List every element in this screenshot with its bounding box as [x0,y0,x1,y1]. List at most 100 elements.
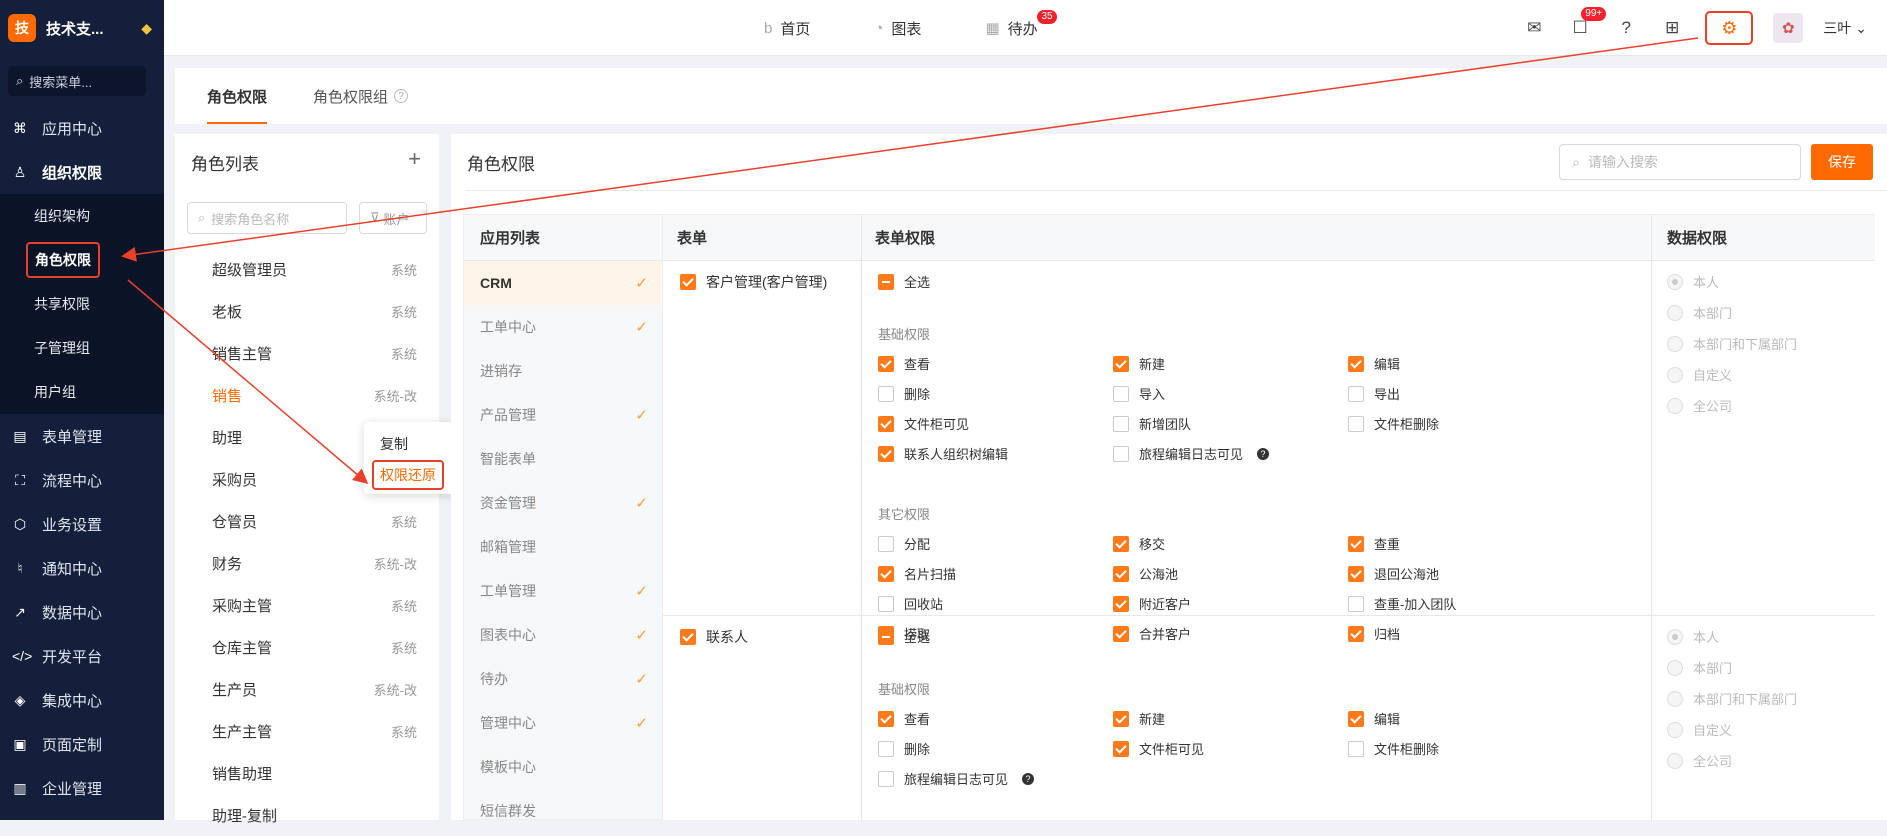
menu-search-input[interactable]: ⌕ 搜索菜单... [8,66,146,96]
permission-checkbox[interactable]: 合并客户 [1113,624,1191,643]
checkbox[interactable] [1113,740,1129,757]
permission-checkbox[interactable]: 新建 [1113,709,1165,728]
checkbox[interactable] [878,565,894,582]
role-item[interactable]: 销售主管 系统 [175,332,439,374]
checkbox[interactable] [680,629,696,645]
checkbox[interactable] [1348,535,1364,552]
checkbox[interactable] [878,273,894,290]
permission-checkbox[interactable]: 新增团队 [1113,414,1191,433]
form-name[interactable]: 客户管理(客户管理) [680,272,827,292]
checkbox[interactable] [878,535,894,552]
role-item[interactable]: 采购主管 系统 [175,584,439,626]
perm-search-input[interactable]: ⌕ 请输入搜索 [1559,144,1801,180]
sidebar-item-integration[interactable]: ◈ 集成中心 [0,678,164,722]
radio[interactable] [1667,628,1683,645]
question-icon[interactable]: ? [1257,447,1270,460]
checkbox[interactable] [878,740,894,757]
role-item[interactable]: 助理-复制 [175,794,439,836]
sub-item-role-perm[interactable]: 角色权限 [0,238,164,282]
app-item[interactable]: 产品管理 ✓ [464,393,662,437]
checkbox[interactable] [1348,385,1364,402]
role-search-input[interactable]: ⌕ 搜索角色名称 [187,202,347,234]
permission-checkbox[interactable]: 分配 [878,534,930,553]
mail-icon[interactable]: ✉ [1521,15,1547,41]
app-item[interactable]: 管理中心 ✓ [464,701,662,745]
role-item[interactable]: 超级管理员 系统 [175,248,439,290]
tab-role-perm[interactable]: 角色权限 [207,68,268,124]
permission-checkbox[interactable]: 文件柜可见 [878,414,969,433]
apps-grid-icon[interactable]: ⊞ [1659,15,1685,41]
app-item[interactable]: 模板中心 [464,745,662,789]
sidebar-item-app-center[interactable]: ⌘ 应用中心 [0,106,164,150]
message-icon[interactable]: ☐ 99+ [1567,7,1607,41]
checkbox[interactable] [878,415,894,432]
sub-item-sub-admin[interactable]: 子管理组 [0,326,164,370]
app-item[interactable]: CRM ✓ [464,261,662,305]
nav-charts[interactable]: ◔ 图表 [874,18,921,39]
sidebar-item-dev[interactable]: </> 开发平台 [0,634,164,678]
app-item[interactable]: 邮箱管理 [464,525,662,569]
permission-checkbox[interactable]: 查看 [878,354,930,373]
data-scope-radio[interactable]: 全公司 [1667,751,1732,770]
role-item[interactable]: 老板 系统 [175,290,439,332]
user-menu[interactable]: 三叶 ⌄ [1823,18,1867,38]
checkbox[interactable] [1113,565,1129,582]
checkbox[interactable] [680,274,696,290]
checkbox[interactable] [1113,595,1129,612]
permission-checkbox[interactable]: 文件柜删除 [1348,739,1439,758]
help-icon[interactable]: ? [1613,15,1639,41]
checkbox[interactable] [1113,625,1129,642]
checkbox[interactable] [878,385,894,402]
app-item[interactable]: 工单管理 ✓ [464,569,662,613]
permission-checkbox[interactable]: 联系人组织树编辑 [878,444,1008,463]
sub-item-user-group[interactable]: 用户组 [0,370,164,414]
sidebar-item-page[interactable]: ▣ 页面定制 [0,722,164,766]
avatar[interactable]: ✿ [1773,13,1804,43]
checkbox[interactable] [1348,415,1364,432]
checkbox[interactable] [878,710,894,727]
permission-checkbox[interactable]: 新建 [1113,354,1165,373]
tab-role-group[interactable]: 角色权限组? [313,68,409,124]
checkbox[interactable] [878,770,894,787]
app-item[interactable]: 待办 ✓ [464,657,662,701]
permission-checkbox[interactable]: 附近客户 [1113,594,1191,613]
data-scope-radio[interactable]: 本人 [1667,272,1719,291]
checkbox[interactable] [1348,740,1364,757]
data-scope-radio[interactable]: 本部门和下属部门 [1667,689,1797,708]
permission-checkbox[interactable]: 回收站 [878,594,943,613]
permission-checkbox[interactable]: 查看 [878,709,930,728]
form-name[interactable]: 联系人 [680,627,748,647]
checkbox[interactable] [1113,355,1129,372]
app-item[interactable]: 进销存 [464,349,662,393]
select-all[interactable]: 全选 [878,272,930,291]
permission-checkbox[interactable]: 编辑 [1348,354,1400,373]
role-item[interactable]: 仓库主管 系统 [175,626,439,668]
app-item[interactable]: 工单中心 ✓ [464,305,662,349]
sidebar-item-org-perm[interactable]: ♙ 组织权限 [0,150,164,194]
permission-checkbox[interactable]: 旅程编辑日志可见? [878,769,1035,788]
checkbox[interactable] [1113,445,1129,462]
radio[interactable] [1667,752,1683,769]
permission-checkbox[interactable]: 编辑 [1348,709,1400,728]
role-item[interactable]: 财务 系统-改 [175,542,439,584]
question-icon[interactable]: ? [394,89,409,103]
checkbox[interactable] [1113,415,1129,432]
checkbox[interactable] [1348,565,1364,582]
sidebar-item-business[interactable]: ⬡ 业务设置 [0,502,164,546]
role-item[interactable]: 仓管员 系统 [175,500,439,542]
permission-checkbox[interactable]: 查重 [1348,534,1400,553]
data-scope-radio[interactable]: 本人 [1667,627,1719,646]
add-role-icon[interactable]: + [408,146,421,172]
checkbox[interactable] [1348,625,1364,642]
radio[interactable] [1667,366,1683,383]
data-scope-radio[interactable]: 本部门 [1667,303,1732,322]
permission-checkbox[interactable]: 导入 [1113,384,1165,403]
nav-home[interactable]: b 首页 [764,18,810,39]
checkbox[interactable] [878,445,894,462]
checkbox[interactable] [1348,595,1364,612]
restore-perm-menu-item[interactable]: 权限还原 [372,460,444,490]
permission-checkbox[interactable]: 删除 [878,384,930,403]
sidebar-item-data[interactable]: ↗ 数据中心 [0,590,164,634]
radio[interactable] [1667,335,1683,352]
radio[interactable] [1667,273,1683,290]
